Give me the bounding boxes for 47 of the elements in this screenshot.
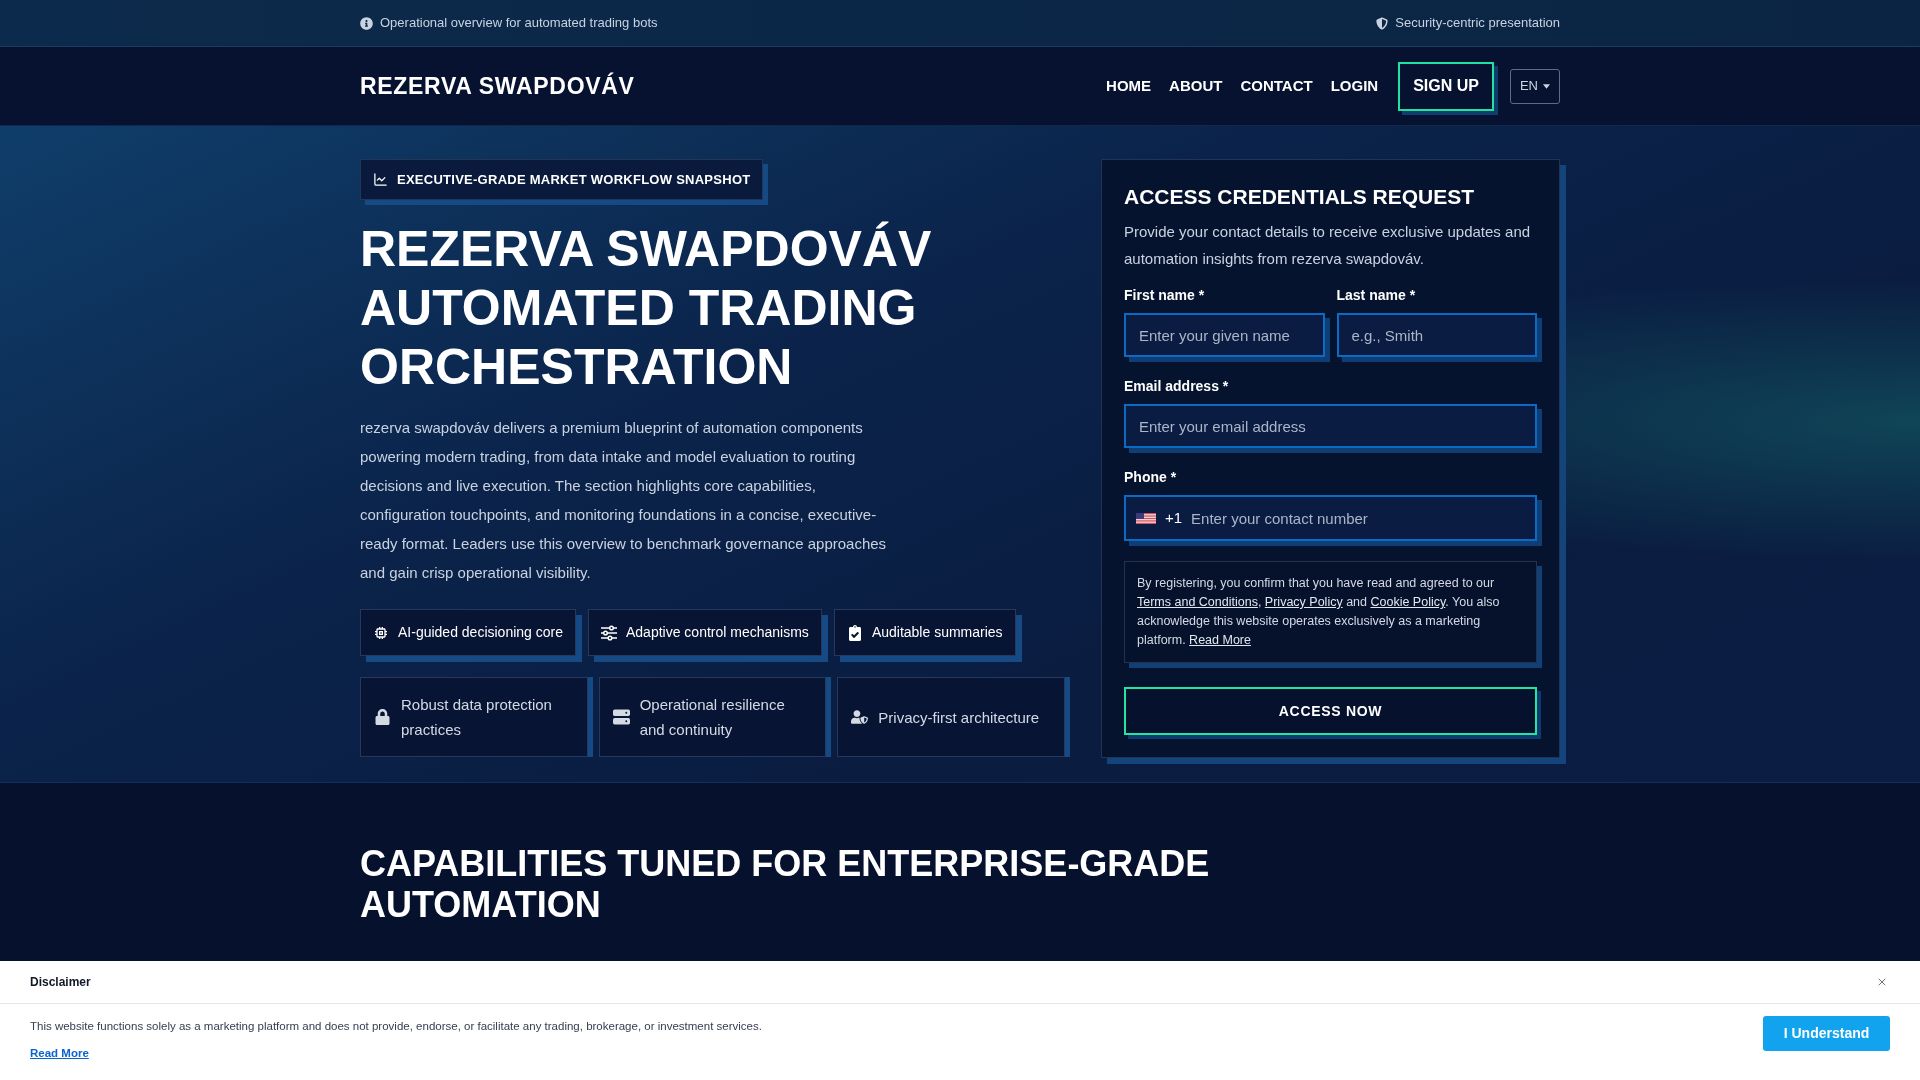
feature-label: Operational resilience and continuity xyxy=(639,695,786,740)
caret-icon xyxy=(1543,83,1550,89)
server-icon xyxy=(612,709,630,725)
site-logo[interactable]: REZERVA SWAPDOVÁV xyxy=(360,68,635,104)
nav-link[interactable]: HOME xyxy=(1106,74,1152,98)
clipboard-check-icon xyxy=(846,624,863,641)
info-icon xyxy=(360,16,373,30)
language-selector[interactable]: EN xyxy=(1509,68,1560,104)
inline-link[interactable]: Terms and Conditions xyxy=(1137,595,1258,609)
feature-label: Adaptive control mechanisms xyxy=(626,623,809,642)
disclaimer-text: This website functions solely as a marketing platform and does not provide, endorse, or facilitate any trading, brokerage, or investment services. xyxy=(30,1019,762,1034)
feature-label: Auditable summaries xyxy=(871,623,1003,642)
top-bar-text: Operational overview for automated trading bots xyxy=(380,14,658,33)
field-label: Phone * xyxy=(1124,468,1178,486)
feature-label: Privacy-first architecture xyxy=(878,707,1040,728)
inline-link[interactable]: Privacy Policy xyxy=(1264,595,1343,609)
user-shield-icon xyxy=(851,709,869,725)
tag-text: EXECUTIVE-GRADE MARKET WORKFLOW SNAPSHOT xyxy=(397,170,751,189)
form-title: ACCESS CREDENTIALS REQUEST xyxy=(1124,184,1476,210)
hero-description: rezerva swapdováv delivers a premium blueprint of automation components powering modern trading, from data intake and model evaluation to routing decisions and live execution. The section highlights core capabilities, configuration touchpoints, and monitoring foundations in a concise, executive-ready format. Leaders use this overview to benchmark governance approaches and gain crisp operational visibility. xyxy=(360,418,888,583)
nav-link[interactable]: ABOUT xyxy=(1169,74,1223,98)
read-more-link[interactable]: Read More xyxy=(30,1045,89,1061)
us-flag-icon xyxy=(1136,512,1156,524)
phone-number-input[interactable]: Enter your contact number xyxy=(1188,498,1535,538)
microchip-icon xyxy=(373,624,389,641)
lock-icon xyxy=(374,709,391,725)
nav-link[interactable]: CONTACT xyxy=(1240,74,1313,98)
inline-link[interactable]: Read More xyxy=(1189,633,1251,647)
disclaimer-title: Disclaimer xyxy=(30,974,91,991)
feature-label: AI-guided decisioning core xyxy=(398,623,563,642)
shield-icon xyxy=(1376,16,1389,30)
section-heading: CAPABILITIES TUNED FOR ENTERPRISE-GRADE AUTOMATION xyxy=(360,843,1211,925)
sliders-icon xyxy=(601,624,617,641)
nav-link[interactable]: LOGIN xyxy=(1330,74,1379,98)
line-chart-icon xyxy=(373,172,388,187)
country-code-selector[interactable]: +1 xyxy=(1134,503,1185,533)
field-label: Email address * xyxy=(1124,377,1230,395)
feature-label: Robust data protection practices xyxy=(401,695,553,740)
hero-title: REZERVA SWAPDOVÁV AUTOMATED TRADING ORCHESTRATION xyxy=(360,220,933,397)
input-field[interactable]: e.g., Smith xyxy=(1336,313,1537,357)
form-description: Provide your contact details to receive exclusive updates and automation insights from rezerva swapdováv. xyxy=(1124,222,1532,269)
top-bar-text: Security-centric presentation xyxy=(1395,14,1560,33)
input-field[interactable]: Enter your email address xyxy=(1124,404,1537,448)
input-field[interactable]: Enter your given name xyxy=(1124,313,1325,357)
close-icon xyxy=(1876,976,1888,988)
field-label: Last name * xyxy=(1336,286,1417,304)
field-label: First name * xyxy=(1124,286,1206,304)
